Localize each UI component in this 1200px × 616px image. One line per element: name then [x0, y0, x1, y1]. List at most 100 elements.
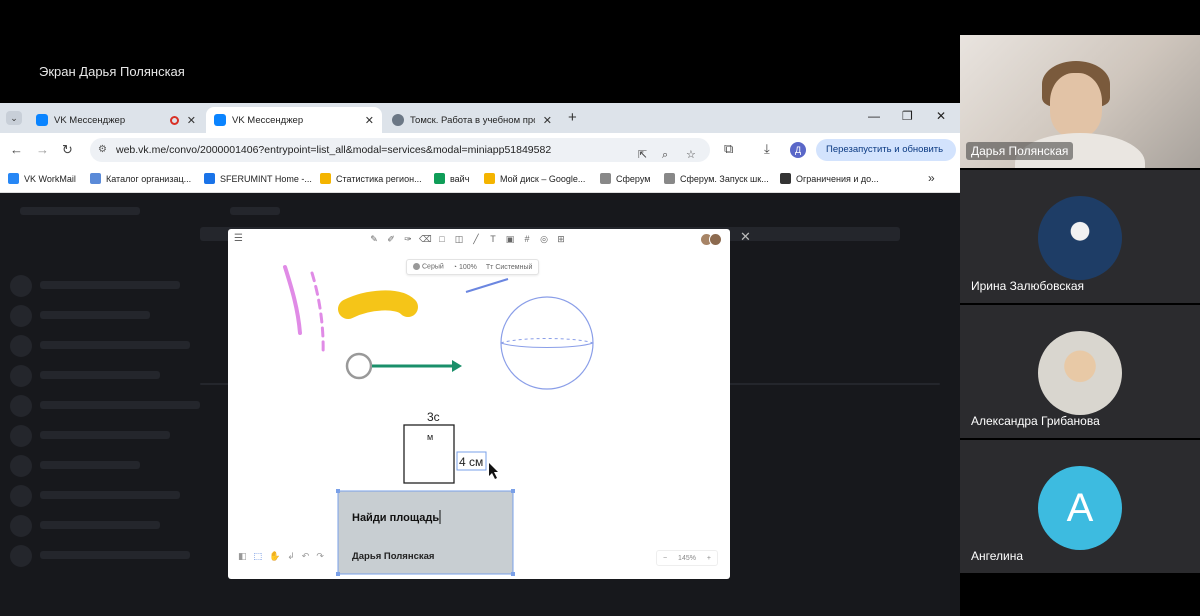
- ghost-avatar: [10, 455, 32, 477]
- label-inner: м: [427, 432, 433, 442]
- ghost-block: [40, 401, 200, 409]
- recording-icon: [169, 115, 179, 125]
- browser-tab-1[interactable]: VK Мессенджер ✕: [28, 107, 204, 133]
- mouse-cursor: [489, 463, 498, 479]
- more-bookmarks-icon[interactable]: »: [928, 171, 935, 185]
- tab-label: Томск. Работа в учебном прос: [410, 114, 535, 126]
- close-tab-icon[interactable]: ✕: [365, 114, 374, 127]
- bookmark-item[interactable]: Каталог организац...: [90, 173, 191, 184]
- panel-icon[interactable]: ◧: [238, 551, 247, 562]
- shared-screen: ⌄ VK Мессенджер ✕ VK Мессенджер ✕ Томск.…: [0, 103, 960, 616]
- redo-icon[interactable]: ↷: [316, 551, 324, 562]
- bookmark-item[interactable]: Мой диск – Google...: [484, 173, 585, 184]
- close-board-icon[interactable]: ✕: [740, 229, 751, 245]
- tab-label: VK Мессенджер: [232, 114, 304, 126]
- participant-tile[interactable]: А Ангелина: [960, 440, 1200, 573]
- participant-avatar: [1038, 331, 1122, 415]
- sphere-equator-front: [500, 342, 594, 348]
- profile-avatar[interactable]: Д: [790, 142, 806, 158]
- zoom-level: 145%: [678, 554, 696, 562]
- green-arrow-head: [452, 360, 462, 372]
- bookmark-item[interactable]: SFERUMINT Home -...: [204, 173, 312, 184]
- participant-name: Ирина Залюбовская: [971, 279, 1085, 293]
- ghost-block: [20, 207, 140, 215]
- ghost-avatar: [10, 485, 32, 507]
- bookmark-item[interactable]: Сферум: [600, 173, 650, 184]
- bookmark-icon: [204, 173, 215, 184]
- forward-icon[interactable]: →: [36, 142, 49, 157]
- participant-avatar-letter: А: [1038, 466, 1122, 550]
- bookmark-icon: [8, 173, 19, 184]
- folder-icon: [600, 173, 611, 184]
- url-text: web.vk.me/convo/2000001406?entrypoint=li…: [116, 144, 552, 156]
- notion-icon: [780, 173, 791, 184]
- participants-panel: Дарья Полянская Ирина Залюбовская Алекса…: [960, 35, 1200, 616]
- bookmark-item[interactable]: Ограничения и до...: [780, 173, 879, 184]
- laser-icon[interactable]: ↲: [287, 551, 295, 562]
- extensions-icon[interactable]: ⧉: [724, 141, 733, 157]
- video-person: [1050, 73, 1102, 137]
- close-tab-icon[interactable]: ✕: [543, 114, 552, 127]
- restart-update-button[interactable]: Перезапустить и обновить: [816, 139, 956, 161]
- tab-label: VK Мессенджер: [54, 114, 126, 126]
- ghost-block: [40, 521, 160, 529]
- participant-tile[interactable]: Ирина Залюбовская: [960, 170, 1200, 303]
- zoom-in-icon[interactable]: +: [707, 555, 711, 562]
- label-side: 4 см: [459, 455, 483, 469]
- bookmarks-bar: VK WorkMail Каталог организац... SFERUMI…: [0, 167, 960, 193]
- tab-search-icon[interactable]: ⌄: [6, 111, 22, 125]
- participant-name: Дарья Полянская: [966, 142, 1074, 160]
- blue-line: [465, 278, 509, 293]
- back-icon[interactable]: ←: [10, 142, 23, 157]
- ghost-avatar: [10, 395, 32, 417]
- grey-circle: [345, 352, 373, 380]
- participant-avatar: [1038, 196, 1122, 280]
- bookmark-item[interactable]: VK WorkMail: [8, 173, 76, 184]
- ghost-block: [40, 281, 180, 289]
- ghost-avatar: [10, 425, 32, 447]
- site-info-icon[interactable]: ⚙: [98, 138, 107, 162]
- zoom-icon[interactable]: ⌕: [662, 143, 668, 167]
- ghost-avatar: [10, 545, 32, 567]
- download-icon[interactable]: ⤓: [764, 141, 770, 157]
- browser-tab-2[interactable]: VK Мессенджер ✕: [206, 107, 382, 133]
- close-tab-icon[interactable]: ✕: [187, 114, 196, 127]
- ghost-block: [40, 371, 160, 379]
- board-canvas[interactable]: 3с м 4 см Найди площадь Дарья Полянская: [228, 229, 730, 579]
- browser-tab-3[interactable]: Томск. Работа в учебном прос ✕: [384, 107, 560, 133]
- vk-favicon-icon: [36, 114, 48, 126]
- zoom-out-icon[interactable]: −: [663, 555, 667, 562]
- ghost-block: [40, 551, 190, 559]
- ghost-avatar: [10, 335, 32, 357]
- restore-icon[interactable]: ❐: [902, 109, 913, 123]
- whiteboard[interactable]: ☰ ✎ ✐ ✑ ⌫ □ ◫ ╱ T ▣ # ◎ ⊞ Серый ◔ 100% Т…: [228, 229, 730, 579]
- board-bottom-tools: ◧ ⬚ ✋ ↲ ↶ ↷: [238, 551, 324, 562]
- reload-icon[interactable]: ↻: [62, 142, 73, 158]
- new-tab-icon[interactable]: +: [568, 109, 577, 126]
- pink-dashed-stroke: [310, 271, 325, 357]
- ghost-avatar: [10, 275, 32, 297]
- address-bar[interactable]: ⚙ web.vk.me/convo/2000001406?entrypoint=…: [90, 138, 710, 162]
- hand-icon[interactable]: ✋: [269, 551, 280, 562]
- participant-tile[interactable]: Дарья Полянская: [960, 35, 1200, 168]
- screen-share-title: Экран Дарья Полянская: [39, 64, 185, 79]
- bookmark-star-icon[interactable]: ☆: [686, 143, 696, 167]
- participant-name: Александра Грибанова: [971, 414, 1100, 428]
- folder-icon: [664, 173, 675, 184]
- ghost-avatar: [10, 515, 32, 537]
- label-top: 3с: [427, 410, 440, 424]
- sphere-equator-back: [500, 338, 594, 344]
- browser-toolbar: ← → ↻ ⚙ web.vk.me/convo/2000001406?entry…: [0, 133, 960, 167]
- bookmark-item[interactable]: вайч: [434, 173, 469, 184]
- participant-tile[interactable]: Александра Грибанова: [960, 305, 1200, 438]
- minimize-icon[interactable]: —: [868, 109, 880, 123]
- browser-tab-bar: ⌄ VK Мессенджер ✕ VK Мессенджер ✕ Томск.…: [0, 103, 960, 133]
- bookmark-item[interactable]: Статистика регион...: [320, 173, 422, 184]
- select-icon[interactable]: ⬚: [254, 551, 263, 562]
- participant-name: Ангелина: [971, 549, 1024, 563]
- undo-icon[interactable]: ↶: [302, 551, 310, 562]
- cast-icon[interactable]: ⇱: [638, 143, 647, 167]
- close-window-icon[interactable]: ✕: [936, 109, 946, 123]
- bookmark-item[interactable]: Сферум. Запуск шк...: [664, 173, 769, 184]
- card-author: Дарья Полянская: [352, 551, 434, 562]
